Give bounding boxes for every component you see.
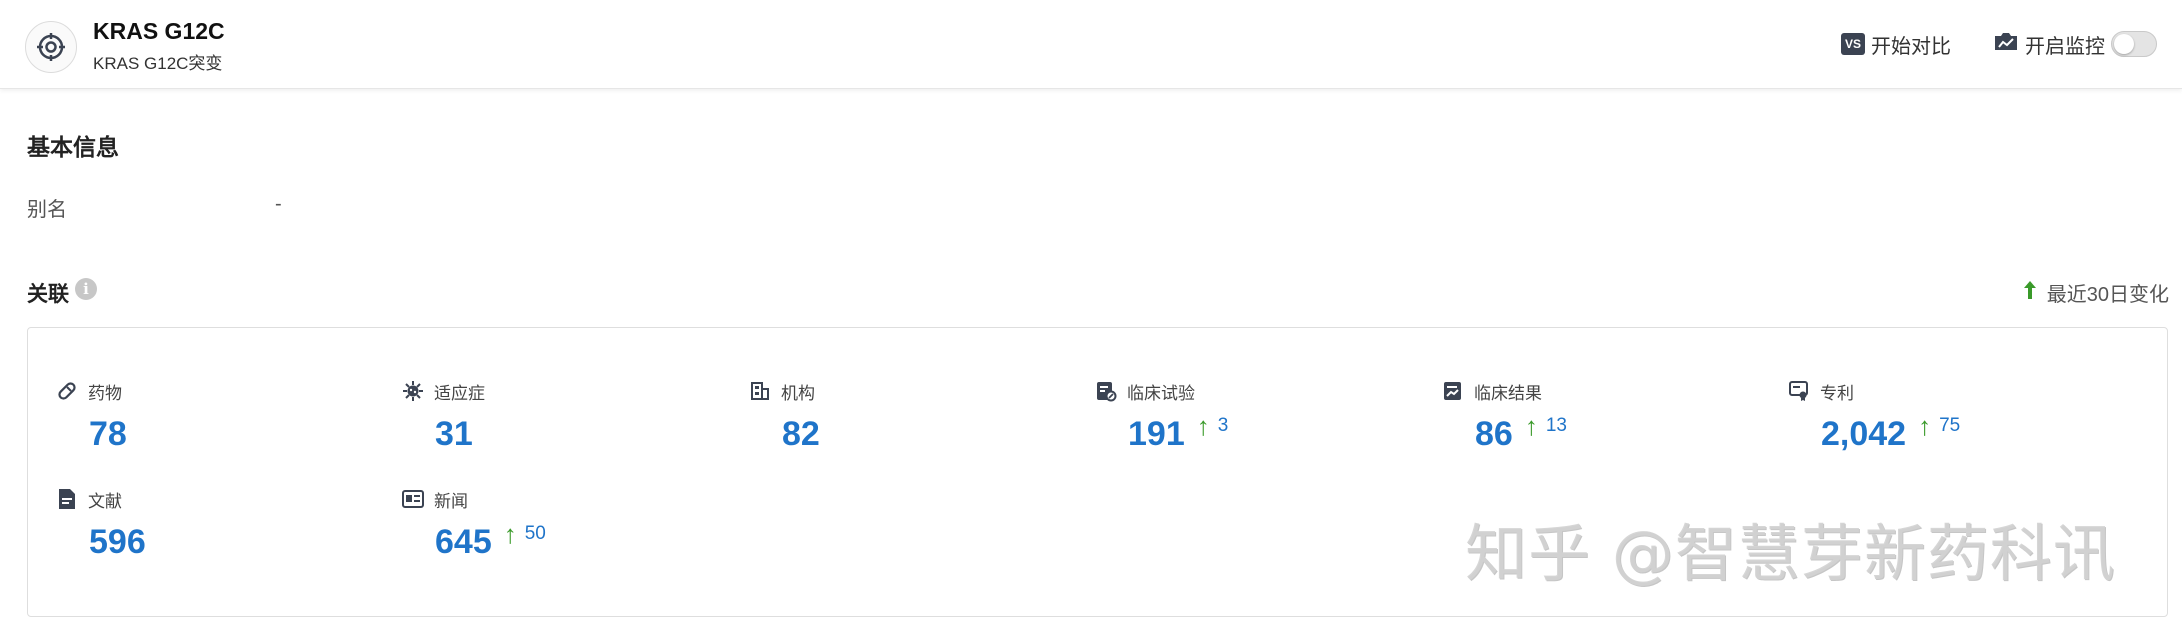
stat-delta: ↑ 50 [504,521,546,547]
clinical-trial-icon [1095,380,1117,402]
stat-label: 药物 [88,383,122,403]
vs-icon: VS [1841,33,1865,55]
delta-value: 75 [1939,415,1961,436]
stat-value: 645 [435,523,492,561]
stat-delta: ↑ 75 [1918,413,1960,439]
stat-label: 机构 [781,383,815,403]
recent-change-legend: 最近30日变化 [2023,278,2169,307]
stat-value: 2,042 [1821,415,1907,453]
up-arrow-icon: ↑ [503,519,517,549]
building-icon [749,380,771,402]
stat-value: 596 [89,523,146,561]
stat-patents[interactable]: 专利 2,042 ↑ 75 [1788,379,2108,451]
patent-icon [1788,380,1810,402]
entity-header: KRAS G12C KRAS G12C突变 VS 开始对比 开启监控 [0,0,2182,89]
compare-button[interactable]: VS 开始对比 [1841,30,1951,58]
info-icon[interactable]: i [75,278,97,300]
up-arrow-icon: ↑ [1918,411,1932,441]
stat-clinical-trials[interactable]: 临床试验 191 ↑ 3 [1095,379,1415,451]
stat-delta: ↑ 3 [1197,413,1229,439]
stat-label: 适应症 [434,383,485,403]
stat-delta: ↑ 13 [1525,413,1567,439]
stat-label: 专利 [1820,383,1854,403]
stat-drugs[interactable]: 药物 78 [56,379,376,451]
stat-indications[interactable]: 适应症 31 [402,379,722,451]
stat-label: 临床试验 [1127,383,1195,403]
recent-label: 最近30日变化 [2046,284,2169,306]
basic-info-title: 基本信息 [27,134,119,160]
stat-literature[interactable]: 文献 596 [56,487,376,559]
stat-value: 78 [89,415,127,453]
stat-clinical-results[interactable]: 临床结果 86 ↑ 13 [1442,379,1762,451]
document-icon [56,488,78,510]
clinical-result-icon [1442,380,1464,402]
virus-icon [402,380,424,402]
stat-value: 82 [782,415,820,453]
target-icon [25,21,77,73]
delta-value: 3 [1217,415,1229,436]
stat-label: 临床结果 [1474,383,1542,403]
stat-news[interactable]: 新闻 645 ↑ 50 [402,487,722,559]
stat-value: 86 [1475,415,1513,453]
delta-value: 50 [524,523,546,544]
monitor-label: 开启监控 [2025,35,2105,58]
up-arrow-icon [2023,280,2037,306]
stat-label: 新闻 [434,491,468,511]
news-icon [402,488,424,510]
compare-label: 开始对比 [1871,35,1951,58]
page-subtitle: KRAS G12C突变 [93,54,223,73]
stat-value: 31 [435,415,473,453]
up-arrow-icon: ↑ [1196,411,1210,441]
watermark: 知乎 @智慧芽新药科讯 [1465,517,2116,590]
monitor-toggle[interactable] [2111,31,2157,57]
alias-value: - [275,193,282,215]
up-arrow-icon: ↑ [1524,411,1538,441]
stat-organizations[interactable]: 机构 82 [749,379,1069,451]
monitor-control[interactable]: 开启监控 [1993,30,2157,58]
stat-label: 文献 [88,491,122,511]
related-title: 关联 [27,283,69,306]
stat-value: 191 [1128,415,1185,453]
monitor-icon [1993,30,2019,58]
delta-value: 13 [1545,415,1567,436]
pill-icon [56,380,78,402]
alias-label: 别名 [27,199,67,221]
page-title: KRAS G12C [93,18,225,44]
